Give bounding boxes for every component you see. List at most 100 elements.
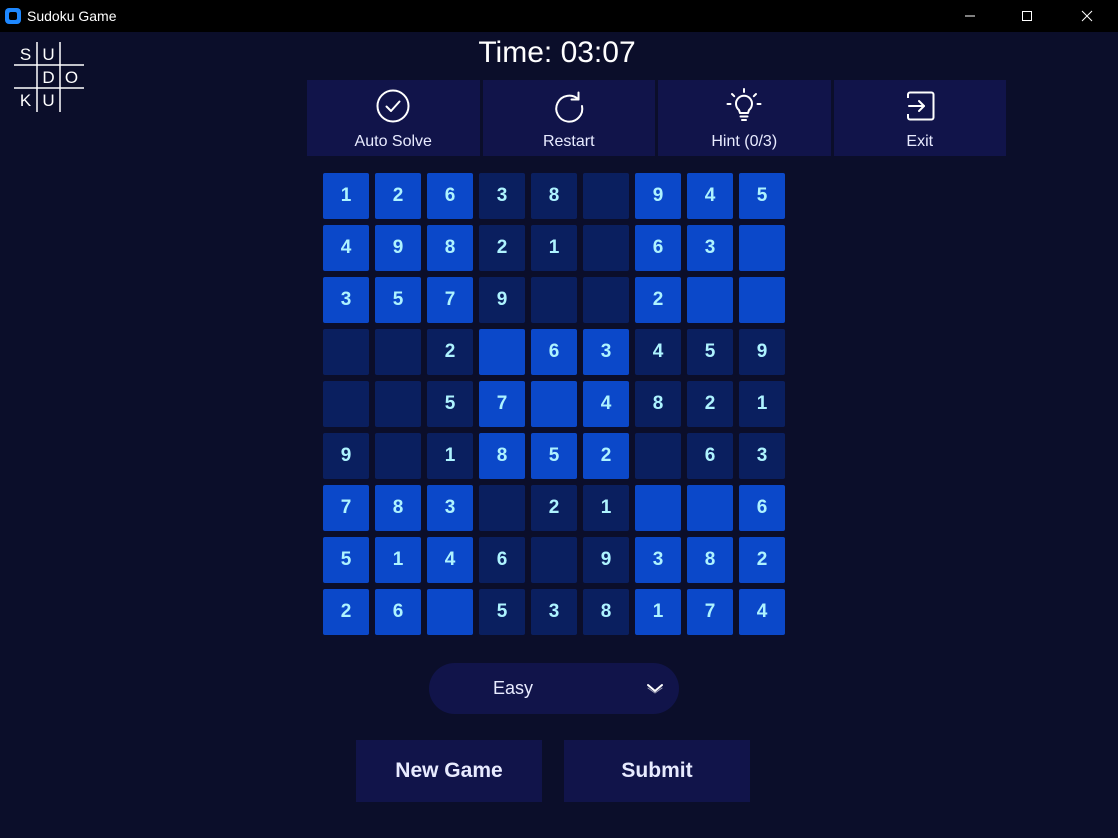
sudoku-cell[interactable]: 6 bbox=[427, 173, 473, 219]
sudoku-cell[interactable] bbox=[687, 277, 733, 323]
sudoku-cell[interactable] bbox=[583, 277, 629, 323]
sudoku-cell[interactable]: 5 bbox=[375, 277, 421, 323]
sudoku-cell[interactable]: 1 bbox=[323, 173, 369, 219]
sudoku-cell[interactable]: 1 bbox=[427, 433, 473, 479]
sudoku-cell[interactable]: 4 bbox=[635, 329, 681, 375]
sudoku-cell[interactable]: 4 bbox=[687, 173, 733, 219]
title-bar: Sudoku Game bbox=[0, 0, 1118, 32]
sudoku-cell[interactable] bbox=[375, 433, 421, 479]
logo-letter-u: U bbox=[42, 45, 54, 64]
sudoku-cell[interactable]: 6 bbox=[739, 485, 785, 531]
sudoku-cell[interactable]: 2 bbox=[583, 433, 629, 479]
submit-button[interactable]: Submit bbox=[564, 740, 750, 802]
sudoku-cell[interactable]: 1 bbox=[635, 589, 681, 635]
sudoku-cell[interactable]: 7 bbox=[479, 381, 525, 427]
sudoku-cell[interactable]: 2 bbox=[427, 329, 473, 375]
sudoku-cell[interactable]: 2 bbox=[531, 485, 577, 531]
sudoku-cell[interactable]: 4 bbox=[739, 589, 785, 635]
sudoku-cell[interactable]: 8 bbox=[375, 485, 421, 531]
minimize-button[interactable] bbox=[947, 0, 993, 32]
sudoku-cell[interactable]: 2 bbox=[687, 381, 733, 427]
sudoku-cell[interactable]: 7 bbox=[687, 589, 733, 635]
restart-icon bbox=[551, 88, 587, 124]
sudoku-cell[interactable]: 4 bbox=[583, 381, 629, 427]
sudoku-cell[interactable] bbox=[687, 485, 733, 531]
sudoku-cell[interactable]: 1 bbox=[739, 381, 785, 427]
sudoku-cell[interactable]: 7 bbox=[427, 277, 473, 323]
sudoku-cell[interactable]: 8 bbox=[531, 173, 577, 219]
difficulty-select[interactable]: Easy bbox=[429, 663, 679, 714]
sudoku-cell[interactable]: 9 bbox=[479, 277, 525, 323]
sudoku-cell[interactable] bbox=[739, 277, 785, 323]
sudoku-cell[interactable]: 2 bbox=[739, 537, 785, 583]
sudoku-cell[interactable]: 8 bbox=[583, 589, 629, 635]
sudoku-cell[interactable]: 8 bbox=[687, 537, 733, 583]
sudoku-cell[interactable] bbox=[427, 589, 473, 635]
restart-button[interactable]: Restart bbox=[482, 80, 655, 156]
sudoku-cell[interactable] bbox=[479, 485, 525, 531]
sudoku-cell[interactable]: 6 bbox=[687, 433, 733, 479]
close-button[interactable] bbox=[1064, 0, 1110, 32]
sudoku-cell[interactable]: 5 bbox=[427, 381, 473, 427]
sudoku-cell[interactable]: 8 bbox=[427, 225, 473, 271]
sudoku-cell[interactable]: 6 bbox=[479, 537, 525, 583]
sudoku-cell[interactable] bbox=[375, 329, 421, 375]
sudoku-cell[interactable]: 2 bbox=[479, 225, 525, 271]
sudoku-cell[interactable]: 3 bbox=[323, 277, 369, 323]
sudoku-cell[interactable]: 8 bbox=[635, 381, 681, 427]
maximize-button[interactable] bbox=[1004, 0, 1050, 32]
sudoku-cell[interactable]: 4 bbox=[323, 225, 369, 271]
sudoku-cell[interactable] bbox=[323, 381, 369, 427]
sudoku-cell[interactable]: 1 bbox=[375, 537, 421, 583]
new-game-button[interactable]: New Game bbox=[356, 740, 542, 802]
sudoku-cell[interactable]: 3 bbox=[479, 173, 525, 219]
sudoku-cell[interactable]: 1 bbox=[531, 225, 577, 271]
sudoku-cell[interactable] bbox=[635, 485, 681, 531]
exit-button[interactable]: Exit bbox=[833, 80, 1006, 156]
check-circle-icon bbox=[375, 88, 411, 124]
sudoku-cell[interactable]: 2 bbox=[375, 173, 421, 219]
sudoku-cell[interactable]: 3 bbox=[583, 329, 629, 375]
sudoku-cell[interactable]: 7 bbox=[323, 485, 369, 531]
sudoku-cell[interactable] bbox=[323, 329, 369, 375]
logo-letter-d: D bbox=[42, 68, 54, 87]
sudoku-cell[interactable]: 6 bbox=[531, 329, 577, 375]
sudoku-cell[interactable]: 1 bbox=[583, 485, 629, 531]
sudoku-cell[interactable]: 6 bbox=[635, 225, 681, 271]
sudoku-cell[interactable]: 5 bbox=[687, 329, 733, 375]
sudoku-cell[interactable]: 5 bbox=[739, 173, 785, 219]
sudoku-cell[interactable]: 5 bbox=[323, 537, 369, 583]
sudoku-cell[interactable] bbox=[583, 173, 629, 219]
sudoku-cell[interactable] bbox=[375, 381, 421, 427]
sudoku-cell[interactable] bbox=[531, 277, 577, 323]
sudoku-cell[interactable]: 2 bbox=[635, 277, 681, 323]
sudoku-cell[interactable]: 5 bbox=[531, 433, 577, 479]
sudoku-board: 1 2 6 3 8 9 4 5 4 9 8 2 1 6 3 3 5 7 9 2 … bbox=[323, 173, 785, 635]
sudoku-cell[interactable]: 9 bbox=[635, 173, 681, 219]
sudoku-cell[interactable]: 9 bbox=[375, 225, 421, 271]
sudoku-cell[interactable]: 9 bbox=[583, 537, 629, 583]
sudoku-cell[interactable]: 5 bbox=[479, 589, 525, 635]
sudoku-cell[interactable]: 3 bbox=[427, 485, 473, 531]
sudoku-cell[interactable]: 3 bbox=[635, 537, 681, 583]
sudoku-cell[interactable]: 3 bbox=[739, 433, 785, 479]
sudoku-cell[interactable]: 3 bbox=[531, 589, 577, 635]
toolbar: Auto Solve Restart Hint (0/3) Exit bbox=[307, 80, 1006, 156]
sudoku-cell[interactable] bbox=[739, 225, 785, 271]
minimize-icon bbox=[965, 15, 975, 17]
sudoku-cell[interactable] bbox=[583, 225, 629, 271]
sudoku-cell[interactable]: 9 bbox=[739, 329, 785, 375]
sudoku-cell[interactable] bbox=[635, 433, 681, 479]
sudoku-cell[interactable]: 9 bbox=[323, 433, 369, 479]
sudoku-cell[interactable]: 6 bbox=[375, 589, 421, 635]
auto-solve-button[interactable]: Auto Solve bbox=[307, 80, 480, 156]
sudoku-cell[interactable]: 4 bbox=[427, 537, 473, 583]
sudoku-cell[interactable] bbox=[479, 329, 525, 375]
chevron-down-icon bbox=[646, 681, 664, 699]
sudoku-cell[interactable] bbox=[531, 381, 577, 427]
hint-button[interactable]: Hint (0/3) bbox=[658, 80, 831, 156]
sudoku-cell[interactable]: 8 bbox=[479, 433, 525, 479]
sudoku-cell[interactable]: 3 bbox=[687, 225, 733, 271]
sudoku-cell[interactable]: 2 bbox=[323, 589, 369, 635]
sudoku-cell[interactable] bbox=[531, 537, 577, 583]
